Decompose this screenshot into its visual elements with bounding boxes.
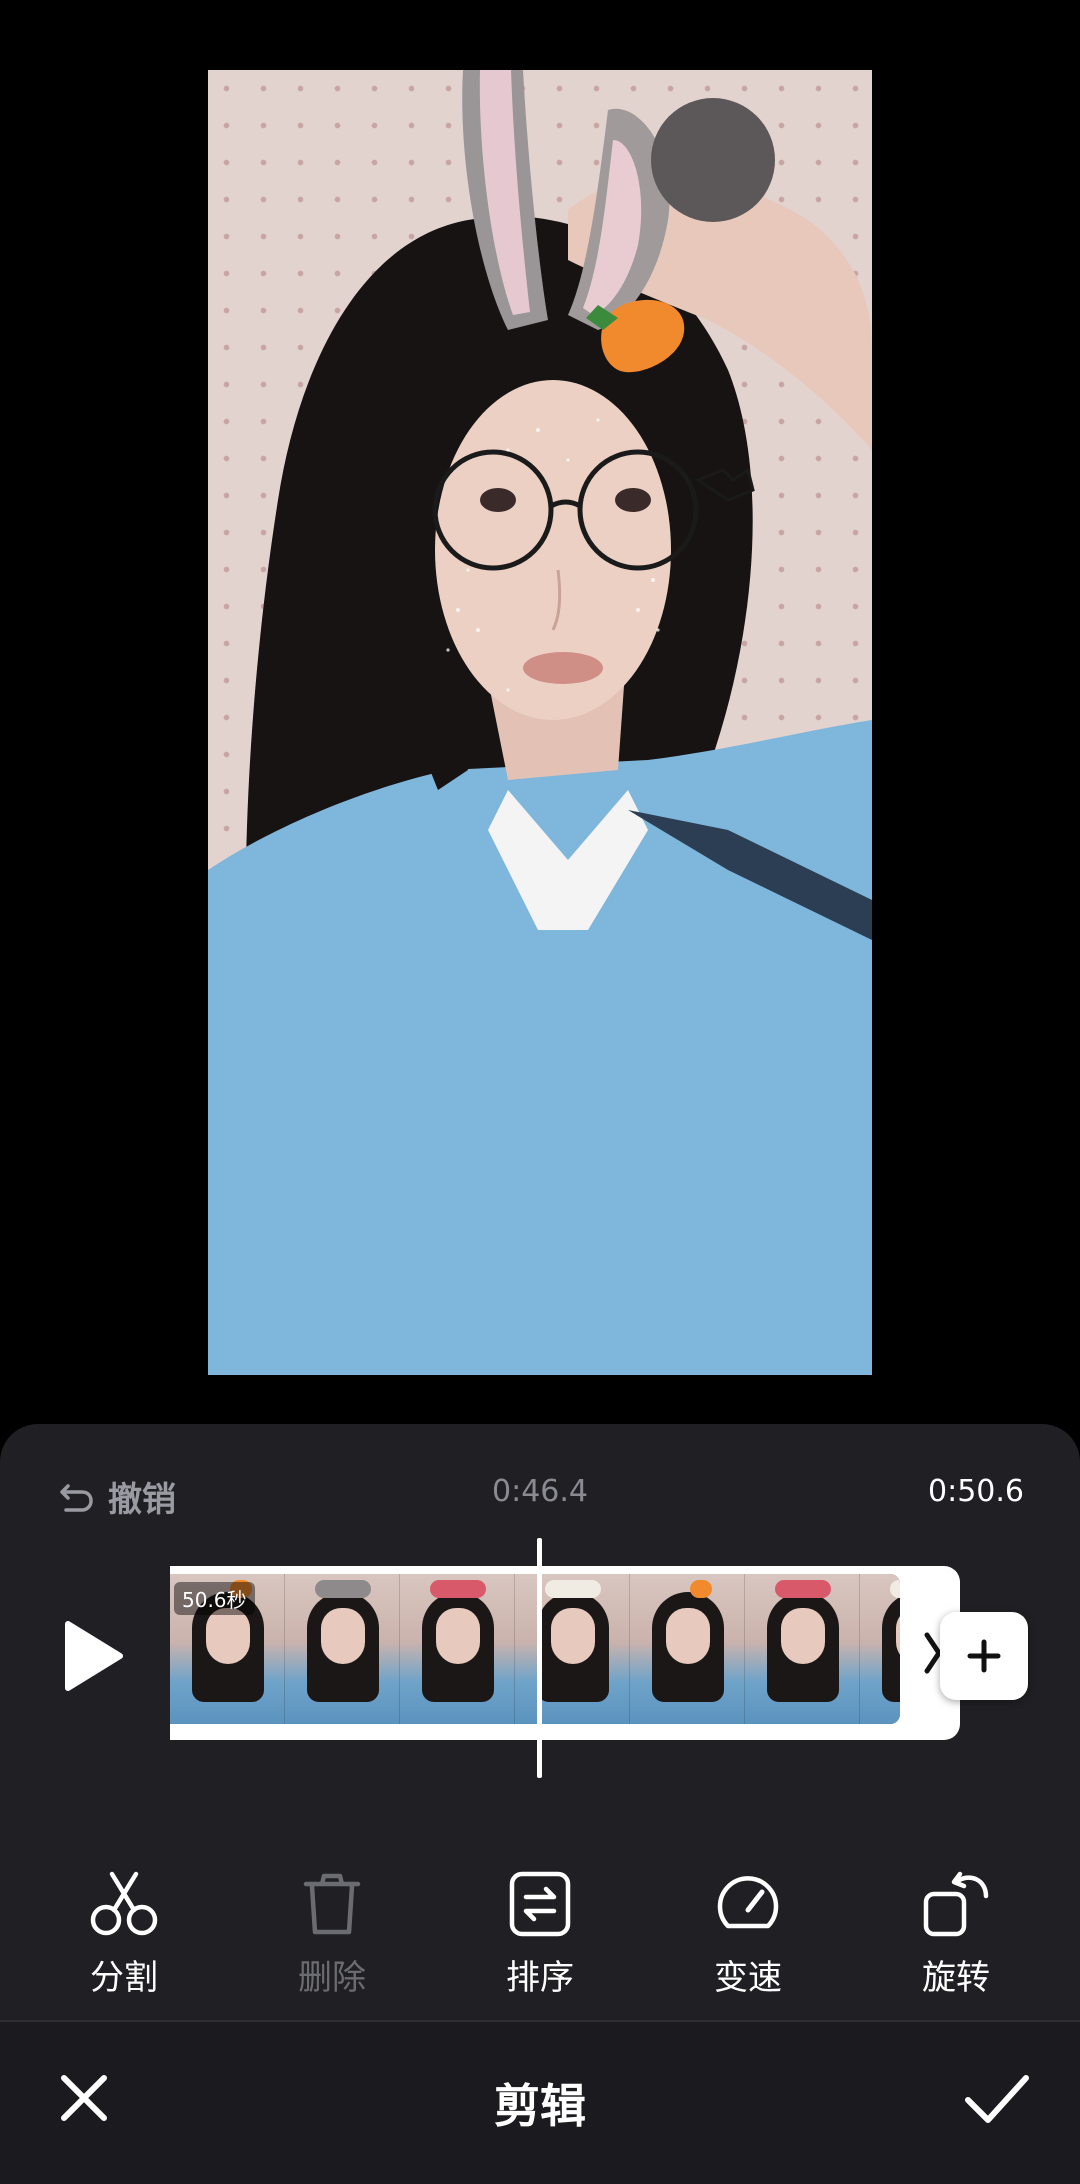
plus-icon — [967, 1639, 1001, 1673]
clip-thumbnail — [285, 1574, 400, 1724]
clip-thumbnail — [745, 1574, 860, 1724]
play-button[interactable] — [58, 1616, 128, 1696]
split-button[interactable]: 分割 — [39, 1864, 209, 2014]
split-label: 分割 — [90, 1958, 158, 1998]
checkmark-icon — [965, 2075, 1029, 2123]
confirm-button[interactable] — [960, 2062, 1034, 2136]
panel-title: 剪辑 — [494, 2079, 586, 2133]
clip-duration-badge: 50.6秒 — [174, 1582, 255, 1615]
bottom-action-bar: 剪辑 — [0, 2022, 1080, 2184]
trash-icon — [303, 1873, 361, 1935]
add-clip-button[interactable] — [940, 1612, 1028, 1700]
sort-button[interactable]: 排序 — [455, 1864, 625, 2014]
edit-panel: 撤销 0:46.4 0:50.6 50.6秒 分割 删除 排序 变速 旋转 剪辑 — [0, 1424, 1080, 2184]
scissors-icon — [90, 1871, 158, 1936]
speed-label: 变速 — [714, 1958, 782, 1998]
clip-thumbnail — [860, 1574, 900, 1724]
sort-label: 排序 — [506, 1958, 574, 1998]
speed-gauge-icon — [717, 1876, 779, 1929]
playhead[interactable] — [537, 1538, 542, 1778]
video-frame-image — [208, 70, 872, 1375]
rotate-icon — [923, 1871, 989, 1937]
timeline-clip[interactable]: 50.6秒 — [170, 1566, 960, 1740]
play-icon — [65, 1621, 123, 1691]
delete-button[interactable]: 删除 — [247, 1864, 417, 2014]
delete-label: 删除 — [298, 1958, 366, 1998]
close-icon — [61, 2075, 107, 2121]
sort-icon — [509, 1871, 571, 1937]
clip-thumbnail — [630, 1574, 745, 1724]
undo-icon — [60, 1484, 93, 1512]
cancel-button[interactable] — [52, 2066, 116, 2130]
current-time: 0:46.4 — [492, 1474, 588, 1509]
undo-label: 撤销 — [108, 1479, 176, 1520]
clip-thumbnail-strip[interactable]: 50.6秒 — [170, 1574, 900, 1724]
undo-button[interactable]: 撤销 — [56, 1468, 176, 1524]
rotate-label: 旋转 — [922, 1958, 990, 1998]
clip-thumbnail — [515, 1574, 630, 1724]
total-time: 0:50.6 — [928, 1474, 1024, 1509]
speed-button[interactable]: 变速 — [663, 1864, 833, 2014]
video-preview — [208, 70, 872, 1375]
clip-thumbnail — [400, 1574, 515, 1724]
edit-toolbar: 分割 删除 排序 变速 旋转 — [0, 1864, 1080, 2014]
rotate-button[interactable]: 旋转 — [871, 1864, 1041, 2014]
